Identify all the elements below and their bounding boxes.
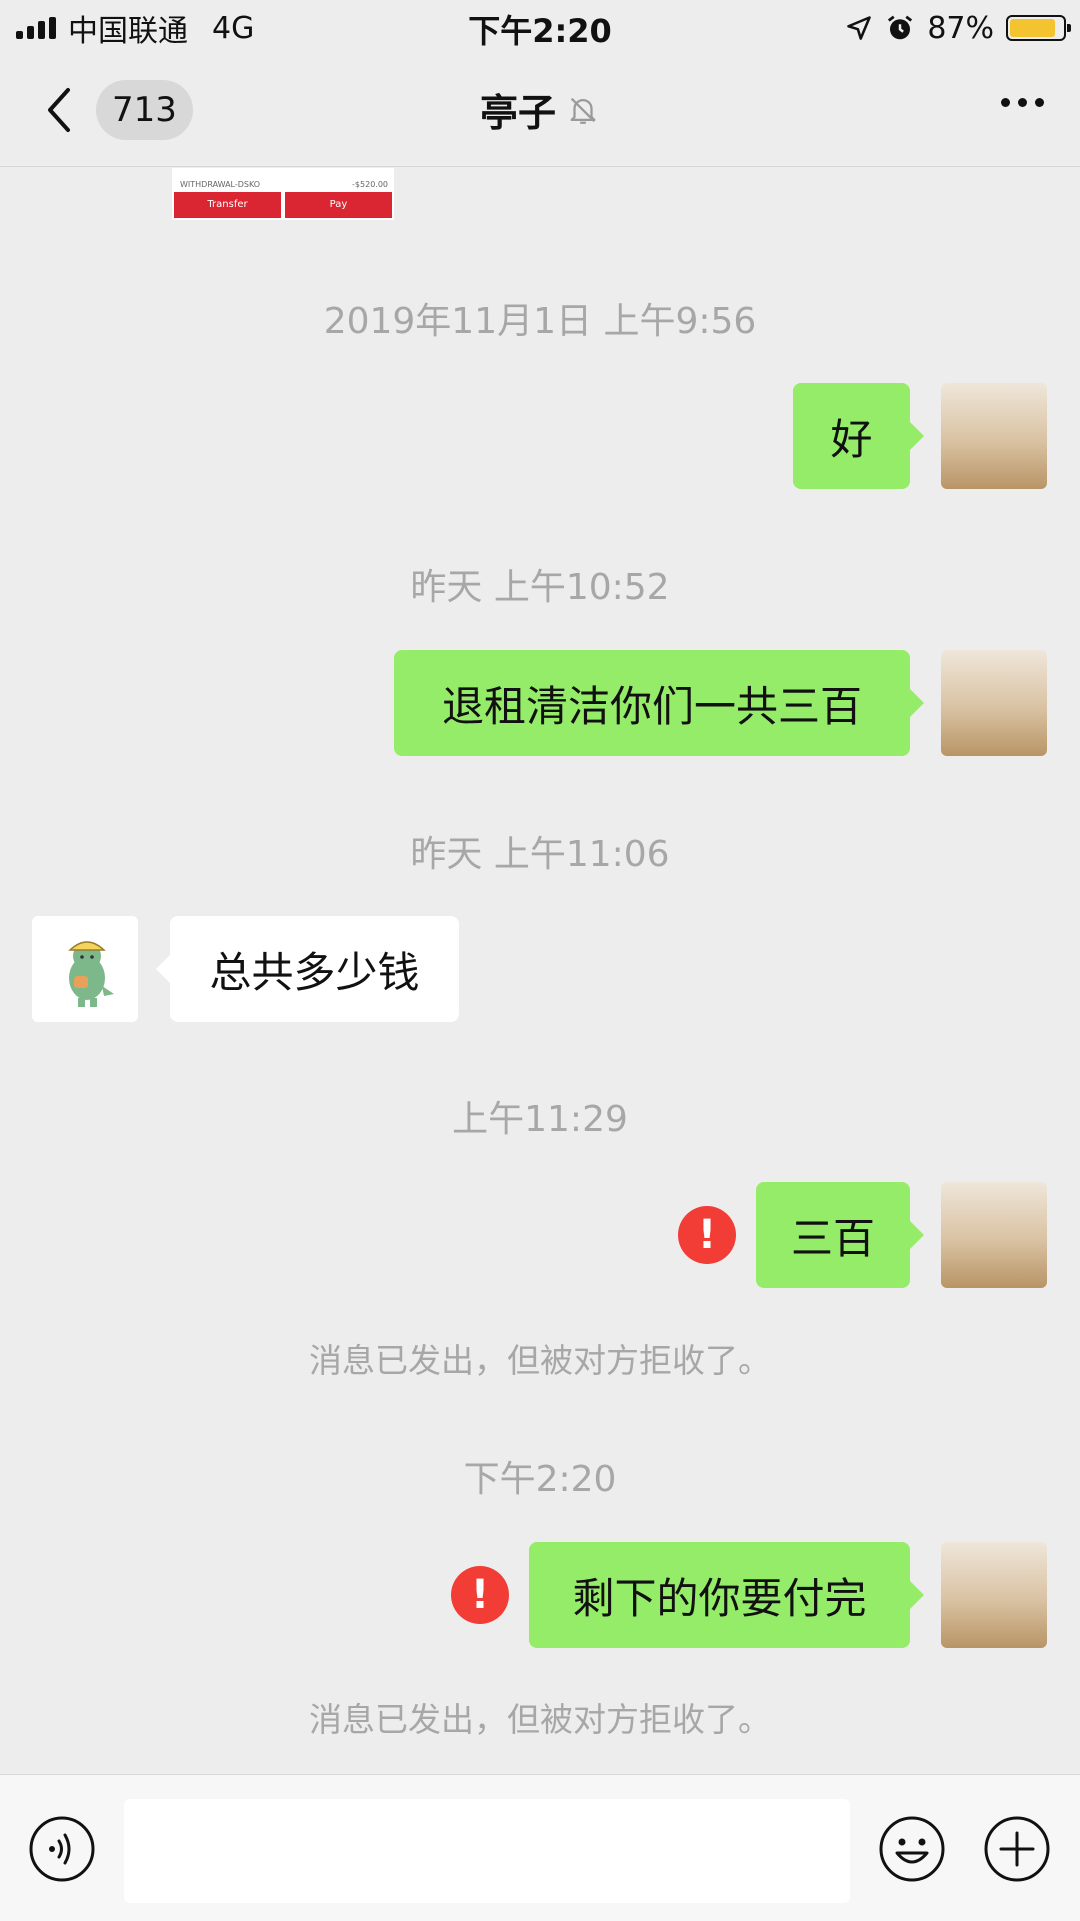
previous-image-message[interactable]: WITHDRAWAL-DSKO -$520.00 Transfer Pay (172, 168, 394, 220)
plus-icon (984, 1816, 1050, 1882)
previous-card-buttons: Transfer Pay (174, 192, 392, 218)
timestamp: 昨天 上午10:52 (410, 567, 670, 608)
contact-avatar[interactable] (32, 916, 138, 1022)
battery-icon (1006, 15, 1071, 41)
message-input[interactable] (124, 1799, 850, 1903)
dinosaur-sticker-icon (68, 941, 114, 1007)
chat-header: 713 亭子 (0, 56, 1080, 167)
sent-message-bubble[interactable]: 退租清洁你们一共三百 (394, 650, 924, 756)
rejected-notice: 消息已发出，但被对方拒收了。 (309, 1700, 771, 1739)
battery-percent: 87% (927, 10, 994, 46)
voice-icon (29, 1816, 95, 1882)
previous-card-row-label: WITHDRAWAL-DSKO (180, 180, 261, 189)
rejected-notice: 消息已发出，但被对方拒收了。 (309, 1341, 771, 1380)
alarm-icon (888, 15, 913, 40)
muted-bell-icon (570, 97, 596, 124)
chat-title: 亭子 (479, 91, 556, 135)
send-failed-icon[interactable]: ! (678, 1206, 736, 1264)
received-message-bubble[interactable]: 总共多少钱 (156, 916, 459, 1022)
previous-card-transfer-label: Transfer (174, 192, 281, 218)
my-avatar[interactable] (941, 1182, 1047, 1288)
my-avatar[interactable] (941, 383, 1047, 489)
my-avatar[interactable] (941, 650, 1047, 756)
more-functions-button[interactable] (983, 1815, 1051, 1883)
previous-card-row: WITHDRAWAL-DSKO -$520.00 (172, 168, 394, 192)
status-bar: 中国联通 4G 下午2:20 87% (0, 0, 1080, 56)
timestamp: 上午11:29 (452, 1099, 628, 1140)
sent-message-bubble[interactable]: 好 (793, 383, 924, 489)
previous-card-row-amount: -$520.00 (352, 180, 388, 189)
more-options-button[interactable] (1001, 98, 1044, 107)
sent-message-bubble[interactable]: 剩下的你要付完 (529, 1542, 924, 1648)
emoji-button[interactable] (878, 1815, 946, 1883)
title-wrap: 亭子 (0, 82, 1080, 137)
my-avatar[interactable] (941, 1542, 1047, 1648)
timestamp: 昨天 上午11:06 (410, 834, 670, 875)
status-right: 87% (845, 8, 1071, 48)
battery-level-fill (1010, 19, 1055, 37)
timestamp: 下午2:20 (463, 1459, 617, 1500)
send-failed-icon[interactable]: ! (451, 1566, 509, 1624)
voice-input-button[interactable] (28, 1815, 96, 1883)
location-arrow-icon (847, 16, 872, 40)
previous-card-pay-label: Pay (285, 192, 392, 218)
input-bar (0, 1774, 1080, 1921)
timestamp: 2019年11月1日 上午9:56 (323, 301, 757, 342)
emoji-icon (879, 1816, 945, 1882)
sent-message-bubble[interactable]: 三百 (756, 1182, 924, 1288)
